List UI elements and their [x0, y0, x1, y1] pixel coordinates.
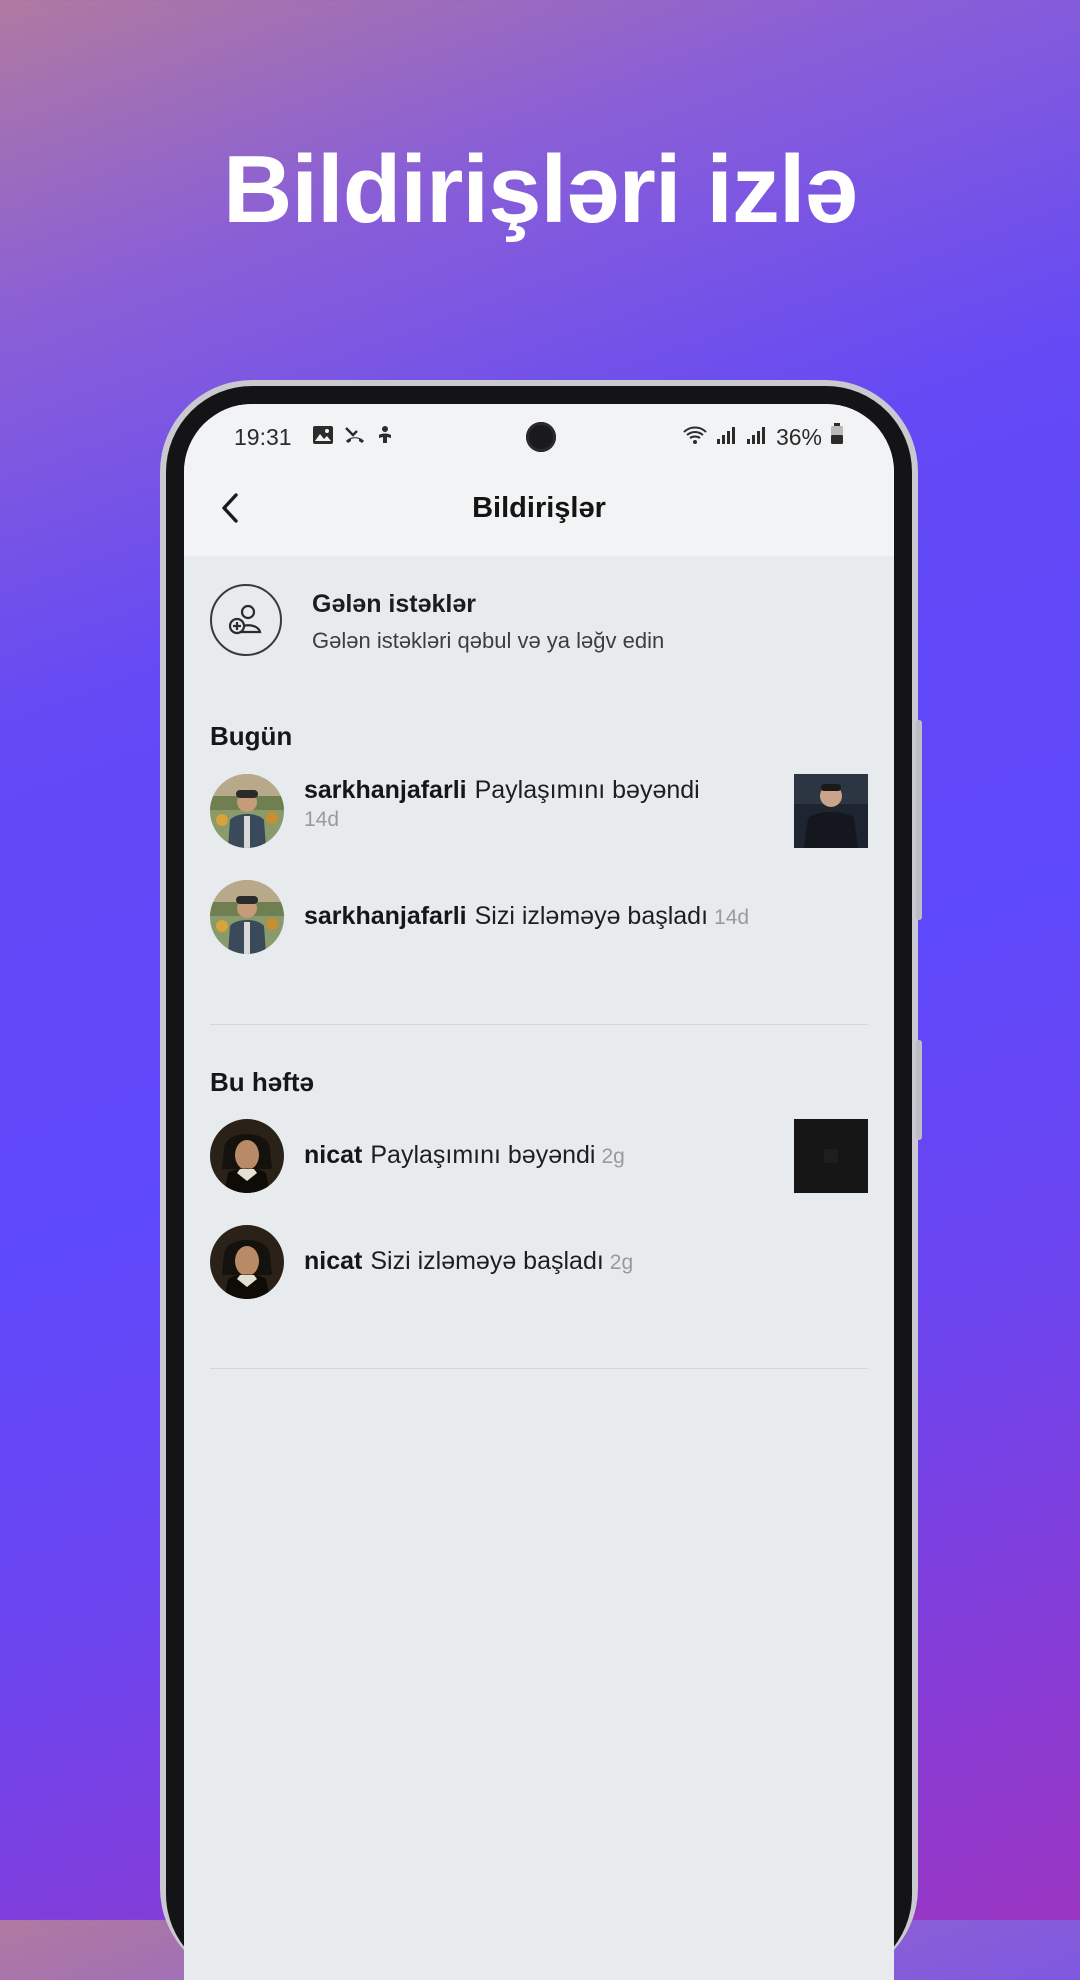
incoming-requests-title: Gələn istəklər	[312, 590, 476, 618]
notification-item[interactable]: nicat Sizi izləməyə başladı 2g	[210, 1225, 868, 1301]
battery-percent: 36%	[775, 423, 822, 450]
battery-icon	[830, 423, 844, 451]
page-title: Bildirişlər	[472, 492, 606, 524]
signal-icon	[746, 424, 768, 451]
notification-action: Paylaşımını bəyəndi	[474, 776, 700, 804]
notification-text: sarkhanjafarli Paylaşımını bəyəndi 14d	[304, 774, 778, 836]
notification-text: sarkhanjafarli Sizi izləməyə başladı 14d	[304, 900, 868, 934]
notification-item[interactable]: sarkhanjafarli Sizi izləməyə başladı 14d	[210, 880, 868, 956]
notification-item[interactable]: sarkhanjafarli Paylaşımını bəyəndi 14d	[210, 774, 868, 850]
notification-action: Paylaşımını bəyəndi	[370, 1141, 596, 1169]
status-notification-icons	[312, 425, 394, 450]
section-title-this-week: Bu həftə	[210, 1067, 314, 1097]
phone-frame: 19:31 36% Bildirişlər Gələn istəklər Gəl…	[160, 380, 922, 1980]
app-bar: Bildirişlər	[184, 466, 894, 556]
avatar[interactable]	[210, 774, 284, 848]
missed-call-icon	[344, 425, 366, 450]
notification-time: 14d	[714, 906, 750, 929]
notification-text: nicat Paylaşımını bəyəndi 2g	[304, 1139, 778, 1173]
post-thumbnail[interactable]	[794, 774, 868, 848]
status-time: 19:31	[234, 424, 292, 450]
section-divider	[210, 1024, 868, 1025]
wifi-icon	[682, 424, 708, 451]
notification-text: nicat Sizi izləməyə başladı 2g	[304, 1245, 868, 1279]
notification-username[interactable]: sarkhanjafarli	[304, 902, 467, 930]
notification-username[interactable]: nicat	[304, 1247, 362, 1275]
accessibility-icon	[376, 425, 394, 450]
notification-action: Sizi izləməyə başladı	[474, 902, 709, 930]
phone-side-button	[916, 1040, 922, 1140]
notification-time: 2g	[601, 1145, 625, 1168]
notification-username[interactable]: sarkhanjafarli	[304, 776, 467, 804]
status-bar: 19:31 36%	[184, 404, 894, 466]
promo-headline: Bildirişləri izlə	[223, 136, 858, 243]
front-camera	[526, 422, 556, 452]
phone-screen: 19:31 36% Bildirişlər Gələn istəklər Gəl…	[184, 404, 894, 1980]
status-system-icons: 36%	[682, 423, 844, 451]
incoming-requests-row[interactable]: Gələn istəklər Gələn istəkləri qəbul və …	[210, 584, 868, 664]
signal-icon	[716, 424, 738, 451]
avatar[interactable]	[210, 880, 284, 954]
gallery-icon	[312, 425, 334, 450]
phone-side-button	[916, 720, 922, 920]
phone-bezel: 19:31 36% Bildirişlər Gələn istəklər Gəl…	[166, 386, 912, 1980]
notification-username[interactable]: nicat	[304, 1141, 362, 1169]
notification-time: 2g	[609, 1251, 634, 1274]
notification-action: Sizi izləməyə başladı	[370, 1247, 604, 1275]
incoming-requests-subtitle: Gələn istəkləri qəbul və ya ləğv edin	[312, 628, 665, 653]
avatar[interactable]	[210, 1225, 284, 1299]
notifications-content: Gələn istəklər Gələn istəkləri qəbul və …	[184, 556, 894, 1980]
section-title-today: Bugün	[210, 721, 293, 751]
notification-item[interactable]: nicat Paylaşımını bəyəndi 2g	[210, 1119, 868, 1195]
add-user-icon	[210, 584, 282, 656]
notification-time: 14d	[304, 808, 340, 831]
post-thumbnail[interactable]	[794, 1119, 868, 1193]
avatar[interactable]	[210, 1119, 284, 1193]
section-divider	[210, 1368, 868, 1369]
